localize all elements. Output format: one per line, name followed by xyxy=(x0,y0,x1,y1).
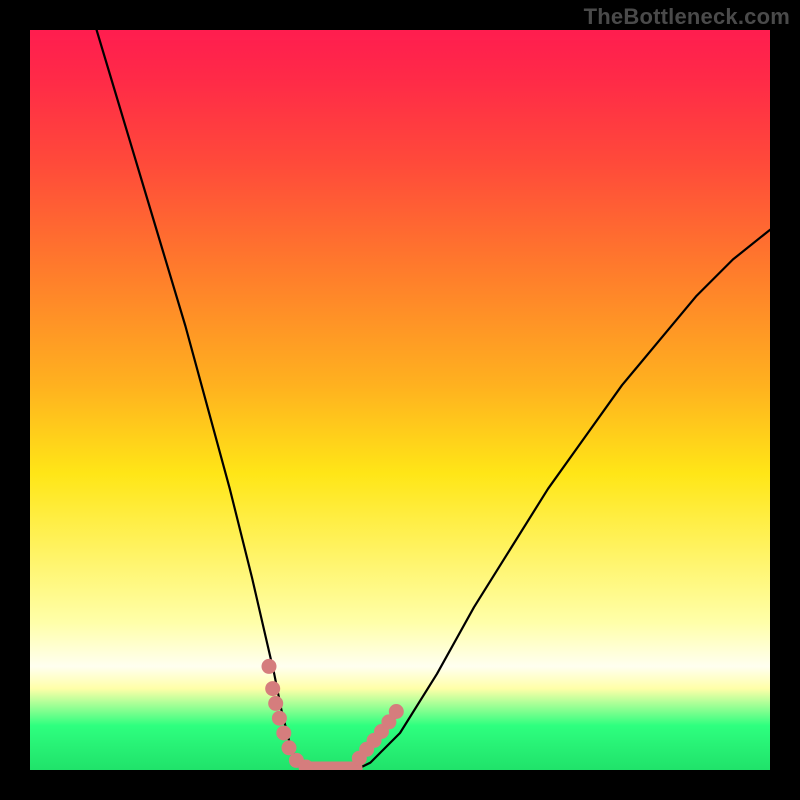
curve-marker xyxy=(268,696,283,711)
curve-marker xyxy=(265,681,280,696)
bottleneck-curve xyxy=(97,30,770,770)
curve-marker xyxy=(282,740,297,755)
plot-area xyxy=(30,30,770,770)
curve-layer xyxy=(30,30,770,770)
curve-marker xyxy=(389,704,404,719)
curve-marker xyxy=(276,726,291,741)
curve-marker xyxy=(272,711,287,726)
watermark-text: TheBottleneck.com xyxy=(584,4,790,30)
chart-frame: TheBottleneck.com xyxy=(0,0,800,800)
curve-marker xyxy=(262,659,277,674)
marker-group-left xyxy=(262,659,314,770)
